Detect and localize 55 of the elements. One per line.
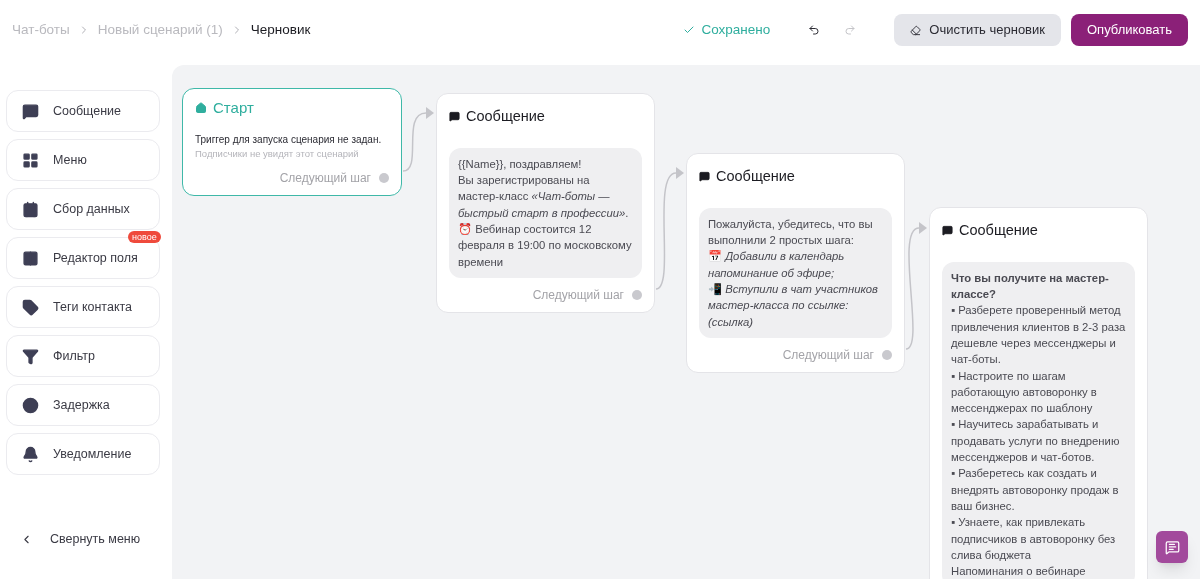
- node-title: Старт: [213, 98, 254, 118]
- node-title: Сообщение: [466, 107, 545, 126]
- message-text: 📲 Вступили в чат участников мастер-класса по ссылке: (ссылка): [708, 281, 879, 330]
- message-text: 📅 Добавили в календарь напоминание об эфире;: [708, 249, 846, 281]
- message-icon: [449, 111, 460, 123]
- message-icon: [942, 225, 953, 237]
- block-type-item[interactable]: Меню: [6, 139, 160, 181]
- message-text: ⏰ Вебинар состоится 12 февраля в 19:00 по московскому времени: [458, 221, 633, 270]
- message-node[interactable]: Сообщение {{Name}}, поздравляем! Вы зарегистрированы на мастер-класс «Чат-боты — быстрый старт в профессии». ⏰ Вебинар состоится 12 февраля в 19:00 по московскому времени Следующий шаг: [436, 93, 655, 313]
- filter-icon: [22, 347, 39, 365]
- block-type-item[interactable]: Задержка: [6, 384, 160, 426]
- block-type-item[interactable]: Теги контакта: [6, 286, 160, 328]
- redo-icon: [844, 24, 857, 36]
- undo-icon: [808, 24, 821, 36]
- block-type-item[interactable]: Уведомление: [6, 433, 160, 475]
- message-node[interactable]: [929, 207, 1148, 579]
- block-type-item[interactable]: Сбор данных: [6, 188, 160, 230]
- start-node[interactable]: Старт Триггер для запуска сценария не задан. Подписчики не увидят этот сценарий Следующий шаг: [182, 88, 402, 196]
- next-step-label: Следующий шаг: [532, 286, 624, 304]
- message-text: ▪ Настроите по шагам работающую автоворонку в мессенджерах по шаблону: [951, 368, 1098, 417]
- message-text: ▪ Узнаете, как привлекать подписчиков в автоворонку без слива бюджета: [951, 515, 1117, 563]
- breadcrumb-link[interactable]: Черновик: [250, 19, 311, 41]
- next-step-label: Следующий шаг: [279, 169, 371, 187]
- home-icon: [195, 102, 207, 115]
- save-status: Сохранено: [701, 20, 771, 39]
- block-type-item[interactable]: Сообщение: [6, 90, 160, 132]
- message-text: Пожалуйста, убедитесь, что вы выполнили 2 простых шага:: [708, 216, 874, 249]
- chat-button[interactable]: [1156, 531, 1188, 563]
- node-title: Сообщение: [716, 167, 795, 186]
- tag-icon: [22, 298, 39, 316]
- message-text: ▪ Разберетесь как создать и внедрять автоворонку продаж в ваш бизнес.: [951, 466, 1120, 514]
- clear-draft-button[interactable]: Очистить черновик: [894, 14, 1061, 46]
- message-text: {{Name}}, поздравляем!: [458, 156, 583, 172]
- connector-arrow: [402, 107, 434, 172]
- bell-icon: [22, 445, 39, 463]
- publish-button[interactable]: Опубликовать: [1071, 14, 1188, 46]
- check-icon: [683, 24, 696, 36]
- eraser-icon: [910, 24, 922, 36]
- message-text: ▪ Разберете проверенный метод привлечения клиентов в 2-3 раза дешевле через мессенджеры и чат-боты.: [951, 303, 1126, 368]
- grid-icon: [22, 151, 39, 169]
- trigger-text: Триггер для запуска сценария не задан.: [195, 132, 383, 147]
- message-text: ▪ Научитесь зарабатывать и продавать услуги по внедрению мессенджеров и чат-ботов.: [951, 417, 1121, 465]
- block-type-item[interactable]: Фильтр: [6, 335, 160, 377]
- new-badge: новое: [128, 231, 161, 243]
- trigger-hint: Подписчики не увидят этот сценарий: [195, 146, 360, 161]
- collapse-menu-button[interactable]: Свернуть меню: [6, 530, 166, 549]
- message-node[interactable]: Сообщение Пожалуйста, убедитесь, что вы выполнили 2 простых шага: 📅 Добавили в календарь напоминание об эфире; 📲 Вступили в чат участников мастер-класса по ссылке: (ссылка) Следующий шаг: [686, 153, 905, 373]
- chat-icon: [1164, 539, 1180, 555]
- message-icon: [699, 171, 710, 183]
- message-text: Вы зарегистрированы на мастер-класс «Чат-боты — быстрый старт в профессии».: [458, 173, 630, 221]
- message-text: Напоминания о вебинаре: [951, 564, 1087, 579]
- message-text: Что вы получите на мастер-классе?: [951, 270, 1110, 303]
- message-icon: [22, 102, 39, 120]
- next-step-label: Следующий шаг: [782, 346, 874, 364]
- node-title: Сообщение: [959, 221, 1038, 240]
